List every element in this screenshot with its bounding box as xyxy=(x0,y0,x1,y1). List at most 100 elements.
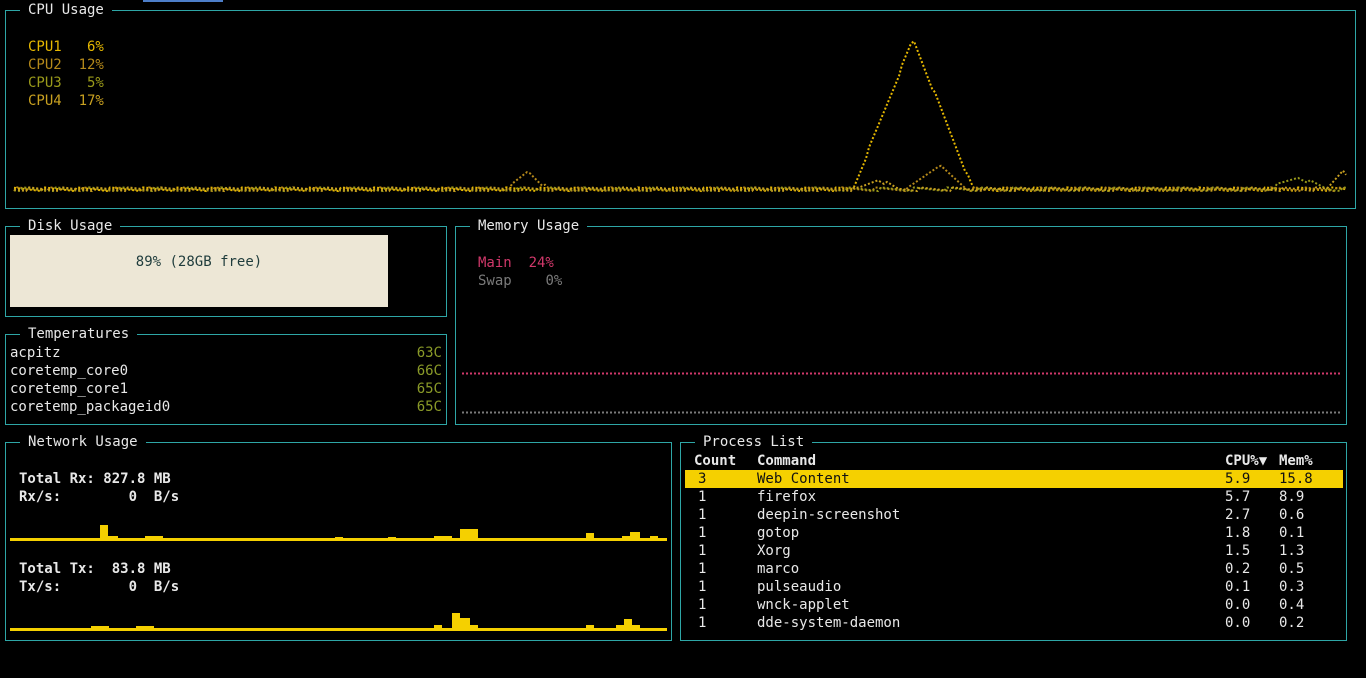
sparkline-bar xyxy=(452,613,460,631)
process-row[interactable]: 1 pulseaudio 0.1 0.3 xyxy=(685,578,1343,596)
process-row[interactable]: 1 marco 0.2 0.5 xyxy=(685,560,1343,578)
sparkline-bar xyxy=(136,626,154,631)
sparkline-bar xyxy=(335,537,343,541)
process-row[interactable]: 1 wnck-applet 0.0 0.4 xyxy=(685,596,1343,614)
sparkline-bar xyxy=(586,625,594,631)
temp-name: acpitz xyxy=(10,345,61,361)
header-count[interactable]: Count xyxy=(694,452,736,470)
process-row[interactable]: 3 Web Content 5.9 15.8 xyxy=(685,470,1343,488)
memory-swap-label: Swap 0% xyxy=(478,273,563,289)
temperatures-panel: Temperatures acpitz 63C coretemp_core0 6… xyxy=(5,325,447,425)
cpu-usage-panel: CPU Usage CPU1 6% CPU2 12% CPU3 5% CPU4 … xyxy=(5,1,1356,209)
temp-row: coretemp_core1 65C xyxy=(10,380,442,398)
temp-value: 65C xyxy=(416,399,442,415)
process-command: marco xyxy=(757,561,800,577)
process-mem: 0.1 xyxy=(1279,525,1305,541)
process-list-panel: Process List Count Command CPU%▼ Mem% 3 W… xyxy=(680,433,1347,641)
process-row[interactable]: 1 Xorg 1.5 1.3 xyxy=(685,542,1343,560)
temp-value: 65C xyxy=(416,381,442,397)
header-mem[interactable]: Mem% xyxy=(1279,452,1313,470)
header-command[interactable]: Command xyxy=(757,452,816,470)
temp-value: 63C xyxy=(416,345,442,361)
process-mem: 0.4 xyxy=(1279,597,1305,613)
memory-usage-title: Memory Usage xyxy=(470,217,588,235)
process-mem: 0.3 xyxy=(1279,579,1305,595)
rx-sparkline xyxy=(10,525,667,541)
sparkline-bar xyxy=(624,619,632,631)
sparkline-bar xyxy=(616,625,624,631)
temp-name: coretemp_core1 xyxy=(10,381,129,397)
process-cpu: 0.2 xyxy=(1225,561,1251,577)
process-mem: 0.6 xyxy=(1279,507,1305,523)
sparkline-bar xyxy=(91,626,109,631)
process-command: pulseaudio xyxy=(757,579,842,595)
sparkline-bar xyxy=(100,525,108,541)
disk-usage-panel: Disk Usage 89% (28GB free) xyxy=(5,217,447,317)
tx-rate: Tx/s: 0 B/s xyxy=(19,579,180,595)
temp-name: coretemp_packageid0 xyxy=(10,399,171,415)
memory-main-line xyxy=(462,372,1342,375)
sparkline-bar xyxy=(460,529,478,541)
process-count: 1 xyxy=(698,615,707,631)
process-cpu: 1.5 xyxy=(1225,543,1251,559)
cpu-series-line xyxy=(13,164,1347,193)
process-mem: 0.2 xyxy=(1279,615,1305,631)
tx-sparkline xyxy=(10,613,667,631)
sparkline-bar xyxy=(460,618,470,631)
rx-rate: Rx/s: 0 B/s xyxy=(19,489,180,505)
process-row[interactable]: 1 dde-system-daemon 0.0 0.2 xyxy=(685,614,1343,632)
network-usage-title: Network Usage xyxy=(20,433,146,451)
temp-row: coretemp_packageid0 65C xyxy=(10,398,442,416)
process-row[interactable]: 1 deepin-screenshot 2.7 0.6 xyxy=(685,506,1343,524)
sparkline-bar xyxy=(622,536,630,541)
cpu-usage-graph xyxy=(13,39,1347,193)
process-count: 1 xyxy=(698,489,707,505)
tx-total: Total Tx: 83.8 MB xyxy=(19,561,171,577)
process-cpu: 2.7 xyxy=(1225,507,1251,523)
process-command: wnck-applet xyxy=(757,597,850,613)
process-count: 1 xyxy=(698,507,707,523)
memory-main-label: Main 24% xyxy=(478,255,554,271)
temp-name: coretemp_core0 xyxy=(10,363,129,379)
sparkline-bar xyxy=(108,536,118,541)
process-mem: 8.9 xyxy=(1279,489,1305,505)
process-count: 1 xyxy=(698,543,707,559)
process-command: Xorg xyxy=(757,543,791,559)
process-mem: 15.8 xyxy=(1279,471,1313,487)
process-list-title: Process List xyxy=(695,433,813,451)
process-row[interactable]: 1 gotop 1.8 0.1 xyxy=(685,524,1343,542)
process-row[interactable]: 1 firefox 5.7 8.9 xyxy=(685,488,1343,506)
sparkline-bar xyxy=(434,625,442,631)
temperatures-title: Temperatures xyxy=(20,325,138,343)
process-command: Web Content xyxy=(757,471,850,487)
memory-usage-panel: Memory Usage Main 24% Swap 0% xyxy=(455,217,1347,425)
temp-value: 66C xyxy=(416,363,442,379)
sparkline-bar xyxy=(388,537,396,541)
process-count: 1 xyxy=(698,597,707,613)
process-cpu: 1.8 xyxy=(1225,525,1251,541)
process-count: 3 xyxy=(698,471,707,487)
process-command: deepin-screenshot xyxy=(757,507,901,523)
process-mem: 0.5 xyxy=(1279,561,1305,577)
process-mem: 1.3 xyxy=(1279,543,1305,559)
disk-usage-bar: 89% (28GB free) xyxy=(10,235,388,307)
memory-swap-line xyxy=(462,411,1342,414)
sparkline-bar xyxy=(632,625,640,631)
process-count: 1 xyxy=(698,561,707,577)
process-cpu: 0.0 xyxy=(1225,615,1251,631)
disk-usage-label: 89% (28GB free) xyxy=(135,254,263,270)
cpu-series-line xyxy=(13,39,1347,193)
process-cpu: 5.7 xyxy=(1225,489,1251,505)
sparkline-bar xyxy=(145,536,163,541)
header-cpu[interactable]: CPU%▼ xyxy=(1225,452,1267,470)
sparkline-bar xyxy=(434,536,452,541)
process-count: 1 xyxy=(698,525,707,541)
process-cpu: 5.9 xyxy=(1225,471,1251,487)
temp-row: coretemp_core0 66C xyxy=(10,362,442,380)
active-tab-indicator xyxy=(143,0,223,2)
process-command: firefox xyxy=(757,489,817,505)
network-usage-panel: Network Usage Total Rx: 827.8 MB Rx/s: 0… xyxy=(5,433,672,641)
temp-row: acpitz 63C xyxy=(10,344,442,362)
disk-usage-title: Disk Usage xyxy=(20,217,121,235)
process-command: gotop xyxy=(757,525,800,541)
